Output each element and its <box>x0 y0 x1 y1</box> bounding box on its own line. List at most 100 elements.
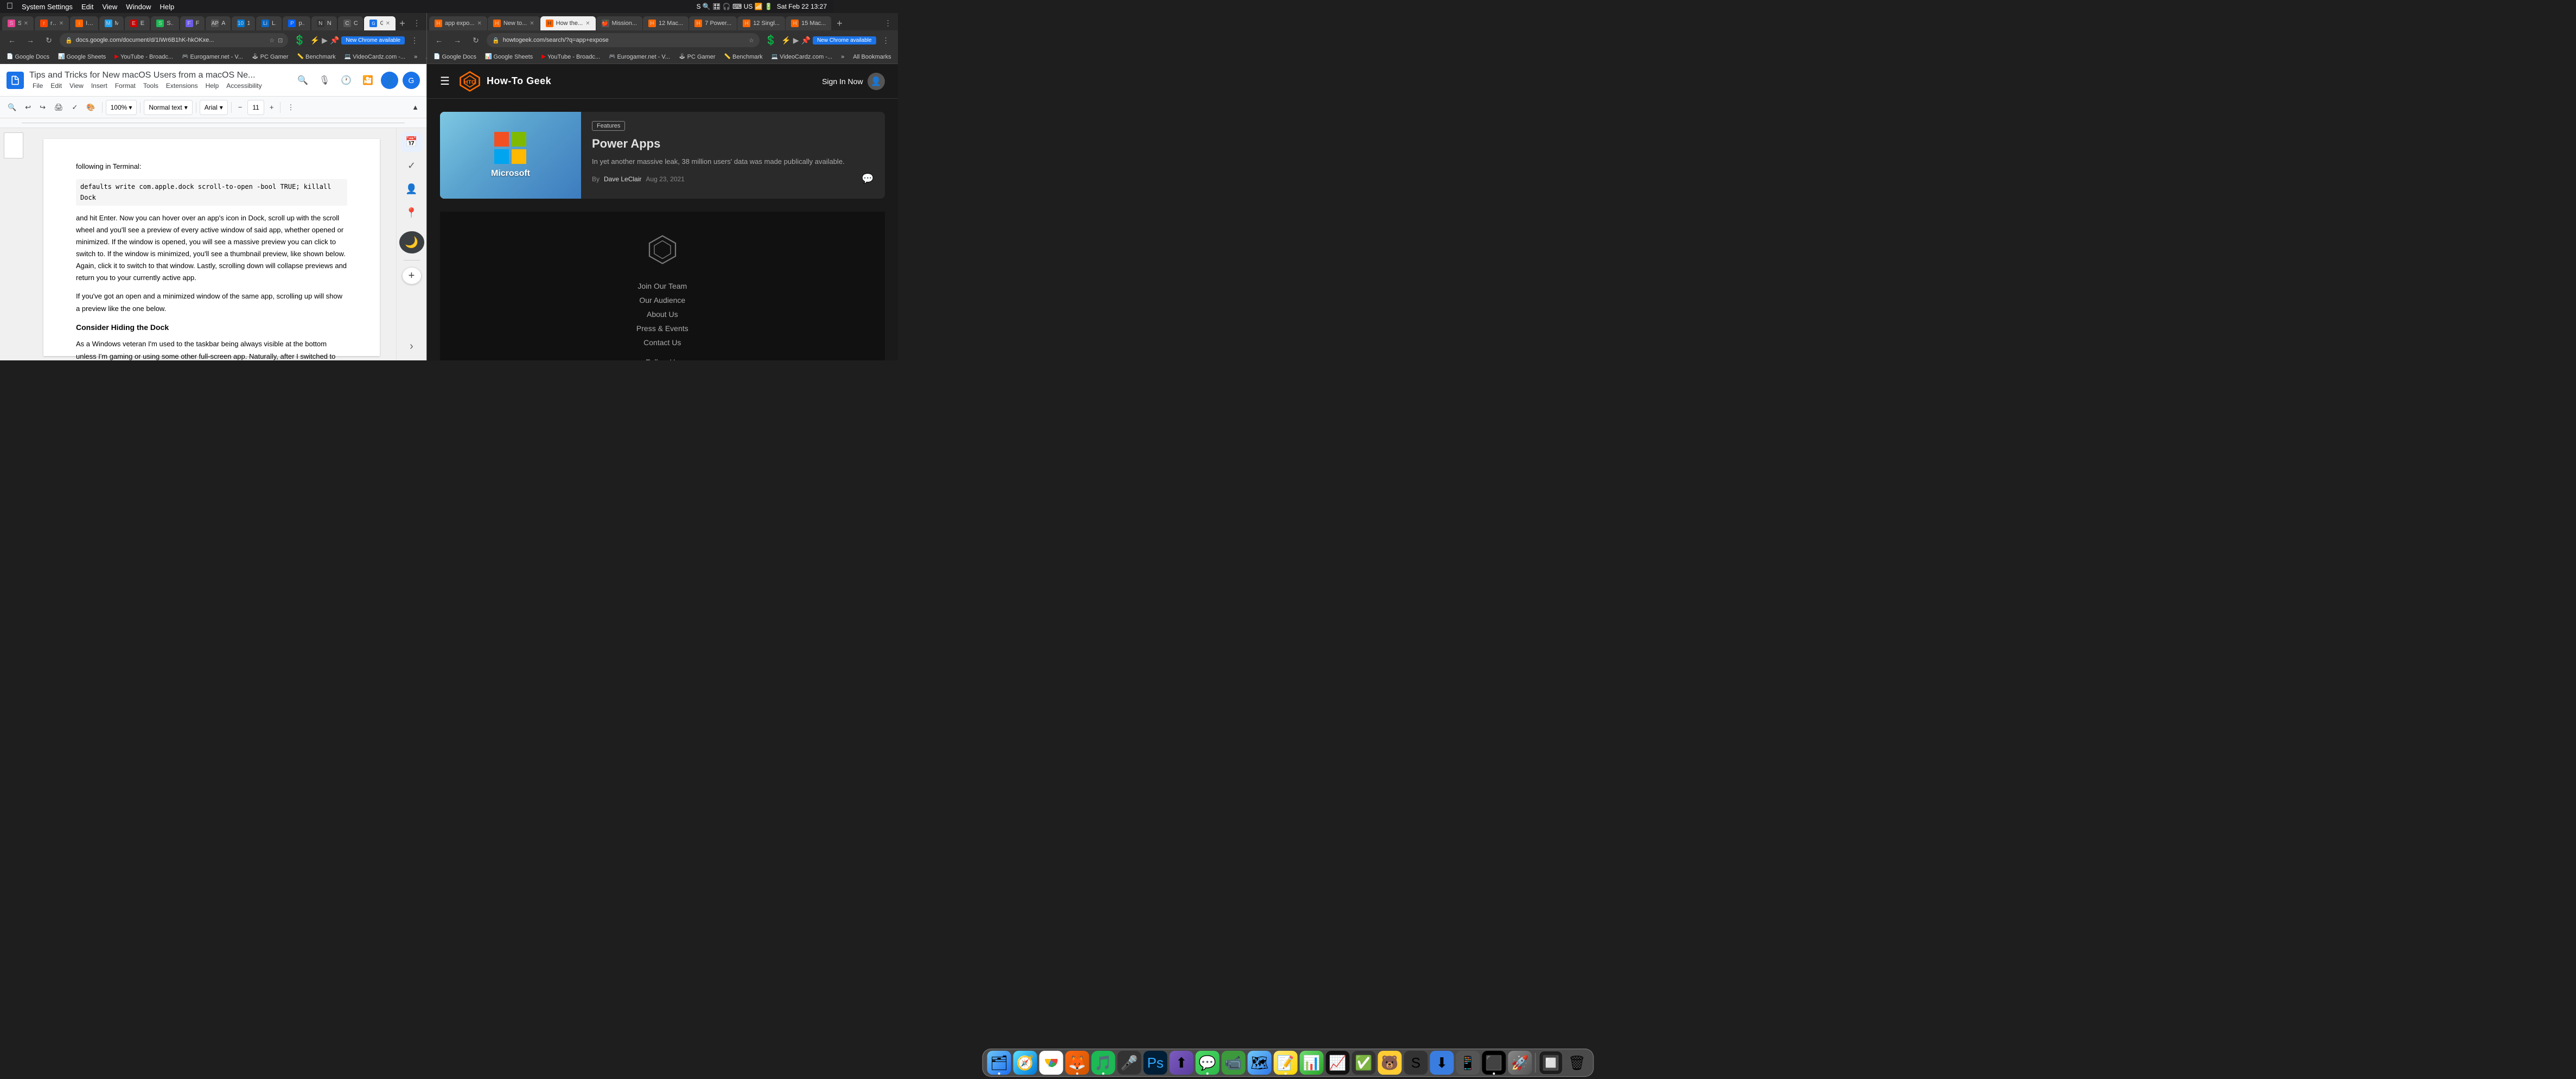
refresh-button-right[interactable]: ↻ <box>468 33 483 48</box>
docs-title[interactable]: Tips and Tricks for New macOS Users from… <box>29 71 289 80</box>
new-tab-button[interactable]: + <box>397 16 408 30</box>
new-chrome-badge-right[interactable]: New Chrome available <box>813 36 876 45</box>
bookmark-pcgamer[interactable]: 🕹 PC Gamer <box>250 53 291 61</box>
tab-menu-button[interactable]: ⋮ <box>409 15 424 30</box>
docs-menu-view[interactable]: View <box>66 81 87 90</box>
tab-close-how-the[interactable]: ✕ <box>585 21 590 27</box>
tab-mission[interactable]: 🍎 Mission... <box>596 16 642 30</box>
tab-ap[interactable]: AP AP <box>206 16 230 30</box>
tab-fal[interactable]: F Fal <box>180 16 205 30</box>
tab-12mac[interactable]: H 12 Mac... <box>643 16 688 30</box>
tab-em[interactable]: E Em <box>125 16 150 30</box>
all-bookmarks[interactable]: All Bookmarks <box>424 53 426 61</box>
user-avatar[interactable]: G <box>403 72 420 89</box>
bookmark-eurogamer[interactable]: 🎮 Eurogamer.net - V... <box>180 53 245 61</box>
dock-lrc[interactable]: 🎤 <box>1118 1051 1142 1075</box>
htg-hamburger-menu[interactable]: ☰ <box>440 74 450 88</box>
forward-button-right[interactable]: → <box>450 33 465 48</box>
dock-terminal[interactable]: ⬛ <box>1482 1051 1506 1075</box>
help-menu[interactable]: Help <box>160 3 175 11</box>
undo-button[interactable]: ↩ <box>22 100 34 115</box>
font-size-decrease[interactable]: − <box>235 100 246 115</box>
tab-close-new-to[interactable]: ✕ <box>530 21 534 27</box>
docs-menu-insert[interactable]: Insert <box>88 81 111 90</box>
dock-notes[interactable]: 📝 <box>1274 1051 1298 1075</box>
docs-menu-extensions[interactable]: Extensions <box>163 81 201 90</box>
app-name[interactable]: System Settings <box>22 3 73 11</box>
tab-7power[interactable]: H 7 Power... <box>689 16 737 30</box>
dock-maps[interactable]: 🗺 <box>1248 1051 1272 1075</box>
docs-menu-accessibility[interactable]: Accessibility <box>223 81 265 90</box>
expand-nav-button[interactable]: › <box>401 337 423 356</box>
view-menu[interactable]: View <box>102 3 117 11</box>
share-button[interactable]: 👤 <box>381 72 398 89</box>
footer-link-join[interactable]: Join Our Team <box>637 282 687 290</box>
add-addon-button[interactable]: + <box>402 267 422 284</box>
tab-10[interactable]: 10 10 <box>232 16 255 30</box>
profile-badge[interactable]: 💲 <box>294 35 305 46</box>
dock-trash[interactable]: 🗑 <box>1565 1051 1589 1075</box>
docs-menu-edit[interactable]: Edit <box>47 81 65 90</box>
address-bar-right[interactable]: 🔒 howtogeek.com/search/?q=app+expose ☆ <box>487 33 760 47</box>
bookmark-star-right[interactable]: ☆ <box>749 37 754 44</box>
footer-link-press[interactable]: Press & Events <box>636 324 688 333</box>
ext-icon1-right[interactable]: ⚡ <box>781 36 790 45</box>
dock-numbers[interactable]: 📊 <box>1300 1051 1324 1075</box>
dock-safari[interactable]: 🧭 <box>1013 1051 1037 1075</box>
dock-bear[interactable]: 🐻 <box>1378 1051 1402 1075</box>
new-tab-button-right[interactable]: + <box>832 16 847 30</box>
all-bookmarks-r[interactable]: All Bookmarks <box>851 53 893 61</box>
dock-firefox[interactable]: 🦊 <box>1066 1051 1089 1075</box>
dock-finder[interactable]: 🗂 <box>987 1051 1011 1075</box>
apple-menu[interactable]:  <box>7 2 13 11</box>
bookmark-benchmark-r[interactable]: 📏 Benchmark <box>722 53 765 61</box>
tasks-panel-icon[interactable]: ✓ <box>401 156 423 176</box>
dock-tasks[interactable]: ✅ <box>1352 1051 1376 1075</box>
bookmark-videocardz-r[interactable]: 💻 VideoCardz.com -... <box>769 53 834 61</box>
htg-article-tag[interactable]: Features <box>592 121 625 131</box>
paint-format-button[interactable]: 🎨 <box>83 100 98 115</box>
bookmark-videocardz[interactable]: 💻 VideoCardz.com -... <box>342 53 407 61</box>
tab-li[interactable]: Li Li... <box>256 16 282 30</box>
present-button[interactable]: 🎦 <box>359 72 377 89</box>
docs-menu-help[interactable]: Help <box>202 81 222 90</box>
tab-col[interactable]: C Col <box>338 16 364 30</box>
forward-button[interactable]: → <box>23 33 38 48</box>
tab-n[interactable]: N N... <box>311 16 337 30</box>
url-text-right[interactable]: howtogeek.com/search/?q=app+expose <box>503 37 745 43</box>
tab-ran[interactable]: r ran... ✕ <box>35 16 69 30</box>
htg-signin-button[interactable]: Sign In Now 👤 <box>822 73 884 90</box>
htg-comment-icon[interactable]: 💬 <box>862 173 873 185</box>
tab-pa[interactable]: P pa... <box>283 16 310 30</box>
edit-menu[interactable]: Edit <box>81 3 93 11</box>
font-size-selector[interactable]: 11 <box>247 100 264 115</box>
bookmarks-more[interactable]: » <box>412 53 419 61</box>
dock-arrow[interactable]: ⬆ <box>1170 1051 1194 1075</box>
dock-chrome[interactable] <box>1040 1051 1063 1075</box>
dock-ps[interactable]: Ps <box>1144 1051 1168 1075</box>
dark-mode-toggle[interactable]: 🌙 <box>399 231 424 253</box>
font-size-increase[interactable]: + <box>266 100 277 115</box>
ext-icon2-right[interactable]: ▶ <box>793 36 799 45</box>
more-menu-button-right[interactable]: ⋮ <box>878 33 894 48</box>
dock-setapp[interactable]: S <box>1404 1051 1428 1075</box>
profile-badge-right[interactable]: 💲 <box>765 35 777 46</box>
tab-15mac[interactable]: H 15 Mac... <box>786 16 831 30</box>
window-menu[interactable]: Window <box>126 3 151 11</box>
bookmark-youtube-r[interactable]: ▶ YouTube - Broadc... <box>539 53 602 61</box>
extension-icon1[interactable]: ⚡ <box>310 36 320 45</box>
refresh-button[interactable]: ↻ <box>41 33 56 48</box>
dock-stocks[interactable]: 📈 <box>1326 1051 1350 1075</box>
print-button[interactable]: 🖨 <box>51 100 67 115</box>
bookmark-youtube[interactable]: ▶ YouTube - Broadc... <box>112 53 175 61</box>
tab-12sing[interactable]: H 12 Singl... <box>737 16 785 30</box>
footer-link-contact[interactable]: Contact Us <box>643 338 681 347</box>
back-button[interactable]: ← <box>4 33 20 48</box>
tab-sky[interactable]: S Sky ✕ <box>2 16 34 30</box>
dock-setapp2[interactable]: 🔲 <box>1539 1051 1563 1075</box>
tab-close-sky[interactable]: ✕ <box>24 21 28 27</box>
pip-icon[interactable]: ⊡ <box>278 37 283 44</box>
font-selector[interactable]: Arial ▾ <box>200 100 228 115</box>
bookmark-google-docs[interactable]: 📄 Google Docs <box>4 53 52 61</box>
tab-close-gdocs[interactable]: ✕ <box>386 21 390 27</box>
